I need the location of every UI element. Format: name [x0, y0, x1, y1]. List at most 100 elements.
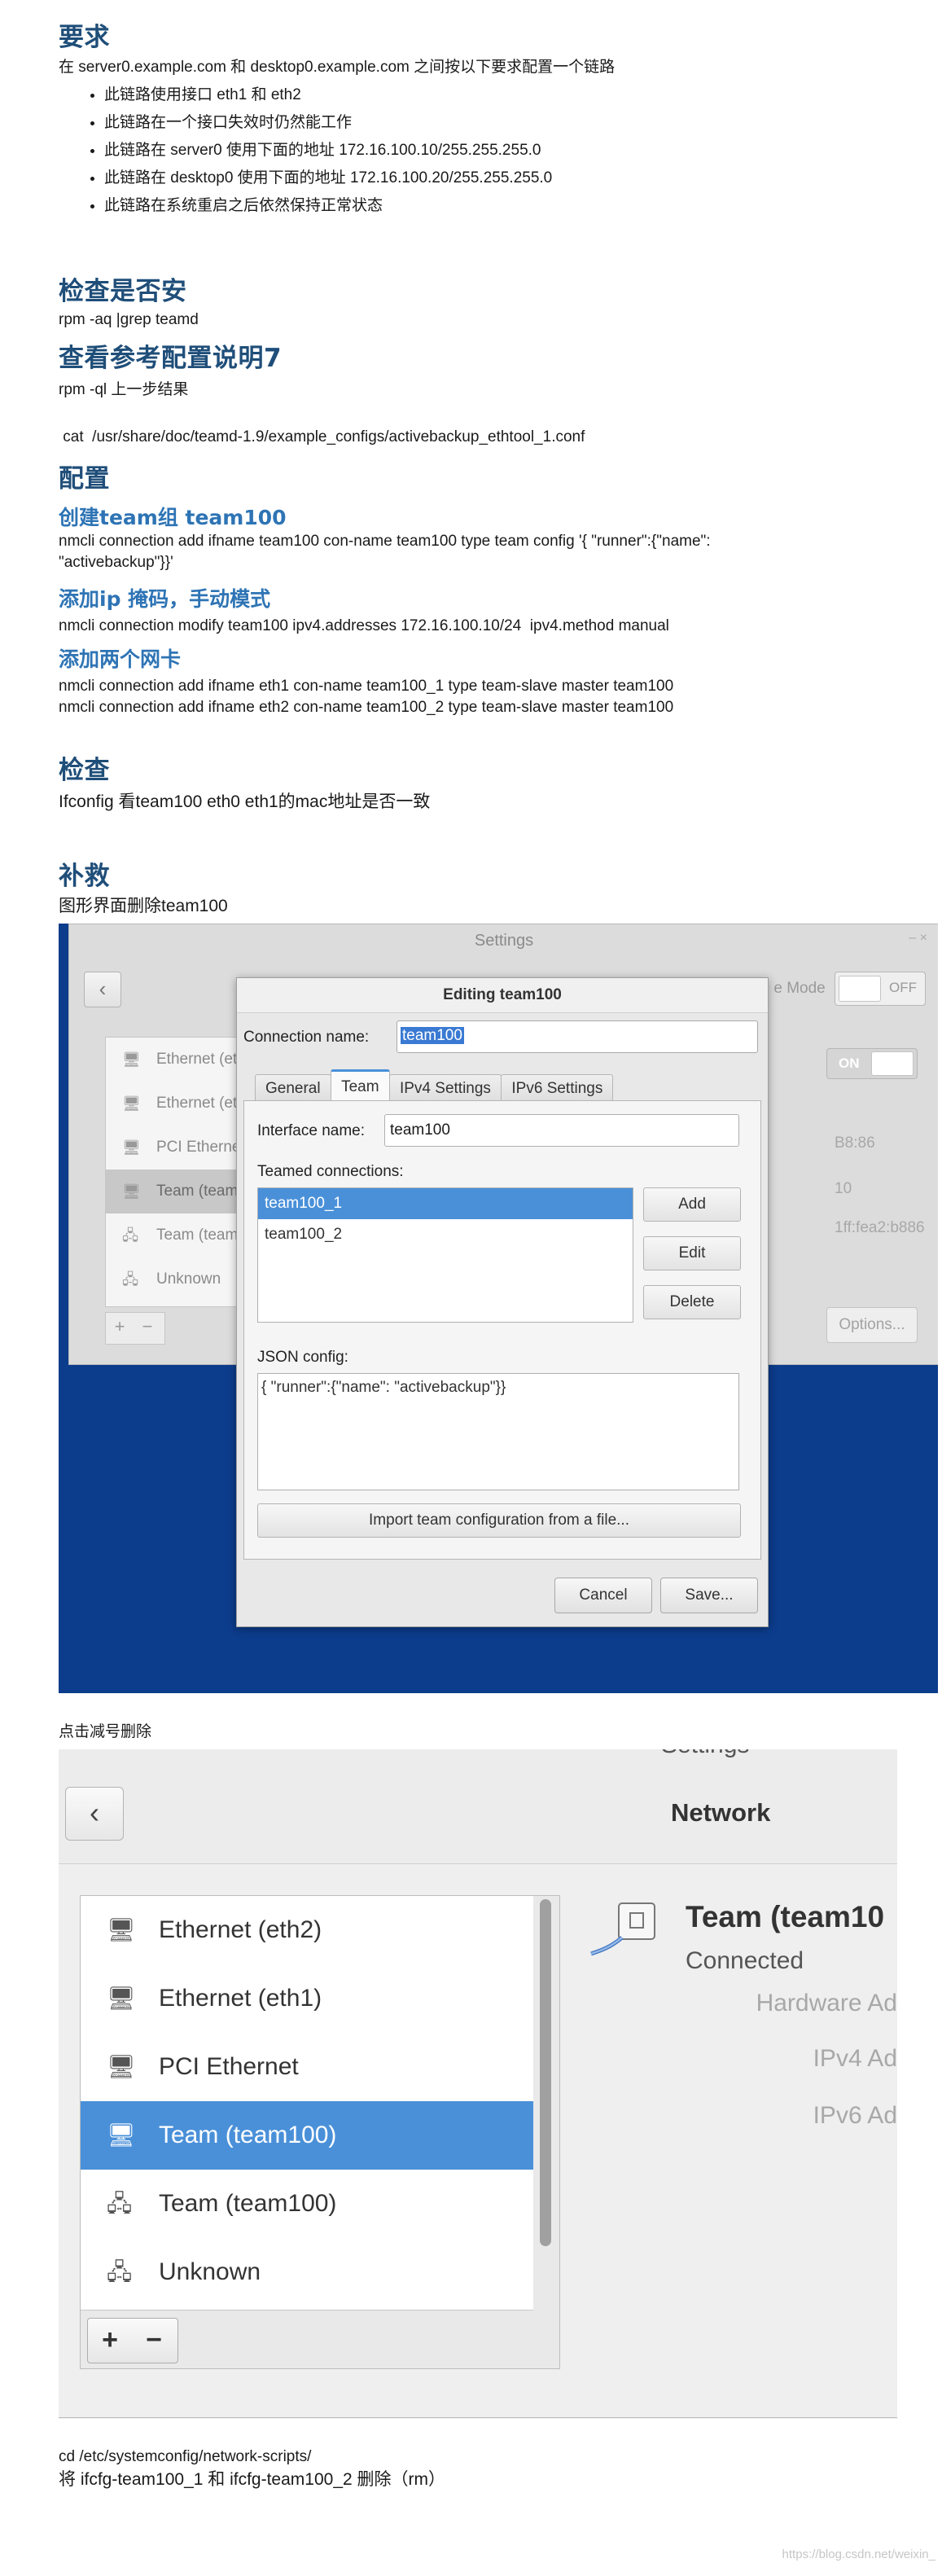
list-item-label: PCI Etherne: [156, 1139, 241, 1156]
team-tab-panel: Interface name: team100 Teamed connectio…: [243, 1100, 761, 1560]
save-button[interactable]: Save...: [660, 1578, 758, 1613]
header-bar: Settings ‹ Network: [59, 1749, 897, 1864]
json-config-textarea[interactable]: { "runner":{"name": "activebackup"}}: [257, 1373, 739, 1490]
ipv6-address-label: IPv6 Ad: [813, 2102, 897, 2129]
teamed-connections-label: Teamed connections:: [257, 1163, 404, 1180]
options-button[interactable]: Options...: [826, 1307, 918, 1343]
list-item[interactable]: 🖥 Team (team100): [81, 2101, 533, 2170]
tab-team[interactable]: Team: [331, 1069, 390, 1103]
selected-text: team100: [401, 1027, 464, 1044]
list-item-label: Ethernet (eth1): [159, 1985, 322, 2012]
add-button[interactable]: +: [88, 2319, 132, 2363]
window-controls[interactable]: – ×: [909, 931, 927, 946]
delete-button[interactable]: Delete: [643, 1285, 741, 1319]
list-item: 此链路在系统重启之后依然保持正常状态: [104, 192, 552, 220]
list-item: 此链路在 desktop0 使用下面的地址 172.16.100.20/255.…: [104, 165, 552, 192]
connection-name-input[interactable]: team100: [397, 1020, 758, 1053]
window-title: Settings: [661, 1749, 749, 1759]
command-text: rpm -aq |grep teamd: [59, 311, 199, 328]
dialog-tabs: General Team IPv4 Settings IPv6 Settings: [255, 1069, 614, 1103]
heading-check-install: 检查是否安: [59, 277, 187, 306]
interface-name-label: Interface name:: [257, 1122, 366, 1139]
heading-remedy: 补救: [59, 862, 110, 891]
add-button[interactable]: +: [106, 1313, 134, 1342]
wired-icon: 🖥: [122, 1183, 141, 1200]
watermark: https://blog.csdn.net/weixin_: [782, 2547, 935, 2561]
list-item[interactable]: 🖥 Ethernet (eth1): [81, 1964, 533, 2033]
wired-icon: 🖥: [122, 1051, 141, 1068]
list-item: 此链路在 server0 使用下面的地址 172.16.100.10/255.2…: [104, 137, 552, 165]
airplane-mode: e Mode OFF: [773, 972, 926, 1006]
detail-value: 10: [835, 1180, 852, 1197]
list-item[interactable]: team100_1: [258, 1188, 633, 1219]
tab-ipv6-settings[interactable]: IPv6 Settings: [501, 1074, 614, 1103]
team-icon: 🖧: [122, 1271, 139, 1288]
back-button[interactable]: ‹: [65, 1787, 124, 1841]
interface-name-input[interactable]: team100: [384, 1114, 739, 1147]
list-item[interactable]: 🖧 Unknown: [81, 2238, 533, 2306]
remedy-text: 点击减号删除: [59, 1723, 152, 1740]
remove-button[interactable]: −: [132, 2319, 176, 2363]
heading-verify: 检查: [59, 756, 110, 785]
team-icon: 🖧: [122, 1227, 139, 1244]
heading-requirements: 要求: [59, 23, 110, 52]
wired-icon: 🖥: [107, 1917, 136, 1942]
list-item-label: Unknown: [156, 1270, 221, 1288]
team-icon: 🖧: [107, 2259, 133, 2284]
teamed-connections-list: team100_1 team100_2: [257, 1187, 633, 1323]
command-text: cd /etc/systemconfig/network-scripts/: [59, 2448, 312, 2465]
command-text: nmcli connection add ifname team100 con-…: [59, 533, 715, 571]
back-button[interactable]: ‹: [84, 972, 121, 1007]
mode-toggle[interactable]: OFF: [835, 972, 926, 1006]
heading-reference: 查看参考配置说明7: [59, 344, 283, 373]
tab-ipv4-settings[interactable]: IPv4 Settings: [388, 1074, 502, 1103]
tab-general[interactable]: General: [255, 1074, 331, 1103]
wired-icon: 🖥: [122, 1139, 141, 1156]
requirements-intro: 在 server0.example.com 和 desktop0.example…: [59, 59, 616, 76]
connection-name-label: Connection name:: [243, 1029, 370, 1046]
remedy-text: 将 ifcfg-team100_1 和 ifcfg-team100_2 删除（r…: [59, 2470, 446, 2489]
add-button[interactable]: Add: [643, 1187, 741, 1222]
team-icon: 🖧: [107, 2191, 133, 2216]
wired-icon: 🖥: [122, 1095, 141, 1112]
dialog-title: Editing team100: [237, 978, 768, 1013]
remedy-text: 图形界面删除team100: [59, 897, 228, 915]
list-item-label: Team (team100): [159, 2190, 337, 2217]
list-item: 此链路使用接口 eth1 和 eth2: [104, 81, 552, 109]
command-text: rpm -ql 上一步结果: [59, 381, 189, 398]
requirements-list: 此链路使用接口 eth1 和 eth2 此链路在一个接口失效时仍然能工作 此链路…: [59, 81, 552, 220]
divider: [59, 2417, 897, 2418]
wired-icon: 🖥: [107, 1986, 136, 2011]
screenshot-network-settings: Settings ‹ Network 🖥 Ethernet (eth2) 🖥 Eth…: [59, 1749, 897, 2419]
screenshot-editing-dialog: Settings – × ‹ e Mode OFF 🖥 Ethernet (et …: [59, 924, 938, 1693]
detail-value: B8:86: [835, 1134, 875, 1152]
scrollbar[interactable]: [540, 1899, 551, 2246]
verify-text: Ifconfig 看team100 eth0 eth1的mac地址是否一致: [59, 792, 431, 811]
edit-button[interactable]: Edit: [643, 1236, 741, 1270]
connection-list-frame: 🖥 Ethernet (eth2) 🖥 Ethernet (eth1) 🖥 PCI E…: [80, 1895, 560, 2369]
connection-toggle[interactable]: ON: [826, 1048, 918, 1079]
device-name: Team (team10: [686, 1900, 885, 1933]
list-item[interactable]: team100_2: [258, 1219, 633, 1250]
remove-button[interactable]: −: [134, 1313, 161, 1342]
list-item[interactable]: 🖧 Team (team100): [81, 2170, 533, 2238]
toggle-label: OFF: [889, 980, 917, 995]
list-item[interactable]: 🖥 PCI Ethernet: [81, 2033, 533, 2101]
connection-list: 🖥 Ethernet (eth2) 🖥 Ethernet (eth1) 🖥 PCI E…: [81, 1896, 533, 2311]
heading-add-nics: 添加两个网卡: [59, 647, 182, 671]
command-text: nmcli connection add ifname eth1 con-nam…: [59, 678, 674, 695]
list-item-label: Ethernet (eth2): [159, 1916, 322, 1943]
window-title: Settings: [474, 932, 534, 950]
list-item[interactable]: 🖥 Ethernet (eth2): [81, 1896, 533, 1964]
list-item-label: Team (team: [156, 1183, 239, 1200]
add-remove-buttons: + −: [105, 1312, 165, 1345]
network-device-icon: [590, 1902, 655, 1956]
command-text: nmcli connection add ifname eth2 con-nam…: [59, 699, 674, 716]
command-text: nmcli connection modify team100 ipv4.add…: [59, 617, 669, 634]
json-config-label: JSON config:: [257, 1349, 348, 1366]
editing-dialog: Editing team100 Connection name: team100…: [236, 977, 769, 1627]
heading-add-ip: 添加ip 掩码，手动模式: [59, 587, 271, 611]
list-item-label: Ethernet (et: [156, 1051, 238, 1068]
import-config-button[interactable]: Import team configuration from a file...: [257, 1503, 741, 1538]
cancel-button[interactable]: Cancel: [554, 1578, 652, 1613]
